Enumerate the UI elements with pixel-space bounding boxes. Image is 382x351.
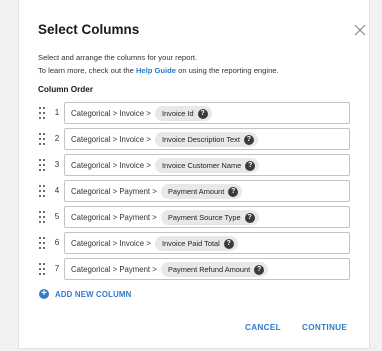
drag-handle-icon[interactable] [39, 237, 46, 249]
column-field-chip: Invoice Paid Total? [155, 236, 238, 251]
dialog-title: Select Columns [38, 22, 140, 37]
column-field-name: Payment Refund Amount [168, 265, 251, 274]
drag-handle-icon[interactable] [39, 263, 46, 275]
add-circle-icon: + [39, 289, 49, 299]
column-row: 2 Categorical > Invoice > Invoice Descript… [19, 128, 371, 150]
column-row: 6 Categorical > Invoice > Invoice Paid Tot… [19, 232, 371, 254]
close-icon[interactable] [354, 24, 366, 36]
column-index: 3 [54, 160, 60, 169]
drag-handle-icon[interactable] [39, 185, 46, 197]
column-row: 3 Categorical > Invoice > Invoice Customer… [19, 154, 371, 176]
column-field-chip: Invoice Description Text? [155, 132, 258, 147]
column-field-chip: Invoice Id? [155, 106, 212, 121]
column-field-name: Invoice Paid Total [162, 239, 220, 248]
column-field-chip: Invoice Customer Name? [155, 158, 260, 173]
drag-handle-icon[interactable] [39, 211, 46, 223]
column-field-name: Payment Amount [168, 187, 225, 196]
column-index: 2 [54, 134, 60, 143]
drag-handle-icon[interactable] [39, 107, 46, 119]
column-order-label: Column Order [38, 85, 94, 94]
add-new-column-label: ADD NEW COLUMN [55, 289, 132, 299]
column-path: Categorical > Invoice > [71, 135, 151, 144]
column-field-name: Invoice Id [162, 109, 194, 118]
column-index: 6 [54, 238, 60, 247]
help-icon[interactable]: ? [244, 212, 255, 223]
column-field-chip: Payment Amount? [161, 184, 243, 199]
help-icon[interactable]: ? [254, 264, 265, 275]
column-field[interactable]: Categorical > Payment > Payment Refund Am… [64, 258, 350, 280]
column-index: 1 [54, 108, 60, 117]
column-field[interactable]: Categorical > Payment > Payment Amount? [64, 180, 350, 202]
add-new-column-button[interactable]: + ADD NEW COLUMN [39, 289, 131, 299]
help-text-suffix: on using the reporting engine. [176, 66, 279, 75]
column-field-name: Invoice Customer Name [162, 161, 242, 170]
column-field-chip: Payment Source Type? [161, 210, 259, 225]
column-row: 5 Categorical > Payment > Payment Source T… [19, 206, 371, 228]
column-path: Categorical > Payment > [71, 187, 157, 196]
help-icon[interactable]: ? [228, 186, 239, 197]
drag-handle-icon[interactable] [39, 159, 46, 171]
column-row: 7 Categorical > Payment > Payment Refund A… [19, 258, 371, 280]
column-index: 7 [54, 264, 60, 273]
column-path: Categorical > Payment > [71, 213, 157, 222]
column-field[interactable]: Categorical > Invoice > Invoice Descripti… [64, 128, 350, 150]
column-index: 4 [54, 186, 60, 195]
column-path: Categorical > Invoice > [71, 109, 151, 118]
column-field[interactable]: Categorical > Invoice > Invoice Id? [64, 102, 350, 124]
cancel-button[interactable]: CANCEL [245, 323, 281, 332]
column-field[interactable]: Categorical > Invoice > Invoice Customer … [64, 154, 350, 176]
help-guide-link[interactable]: Help Guide [136, 66, 176, 75]
help-text-prefix: To learn more, check out the [38, 66, 136, 75]
column-field-name: Payment Source Type [168, 213, 241, 222]
drag-handle-icon[interactable] [39, 133, 46, 145]
column-field[interactable]: Categorical > Invoice > Invoice Paid Tota… [64, 232, 350, 254]
column-field-name: Invoice Description Text [162, 135, 240, 144]
column-field-chip: Payment Refund Amount? [161, 262, 269, 277]
continue-button[interactable]: CONTINUE [302, 323, 347, 332]
help-icon[interactable]: ? [245, 160, 256, 171]
select-columns-dialog: Select Columns Select and arrange the co… [18, 0, 370, 349]
column-path: Categorical > Invoice > [71, 161, 151, 170]
help-icon[interactable]: ? [243, 134, 254, 145]
help-icon[interactable]: ? [223, 238, 234, 249]
column-path: Categorical > Invoice > [71, 239, 151, 248]
dialog-description: Select and arrange the columns for your … [38, 53, 198, 62]
column-row: 1 Categorical > Invoice > Invoice Id? [19, 102, 371, 124]
column-field[interactable]: Categorical > Payment > Payment Source Ty… [64, 206, 350, 228]
column-path: Categorical > Payment > [71, 265, 157, 274]
column-row: 4 Categorical > Payment > Payment Amount? [19, 180, 371, 202]
column-index: 5 [54, 212, 60, 221]
dialog-help-text: To learn more, check out the Help Guide … [38, 66, 279, 75]
help-icon[interactable]: ? [197, 108, 208, 119]
